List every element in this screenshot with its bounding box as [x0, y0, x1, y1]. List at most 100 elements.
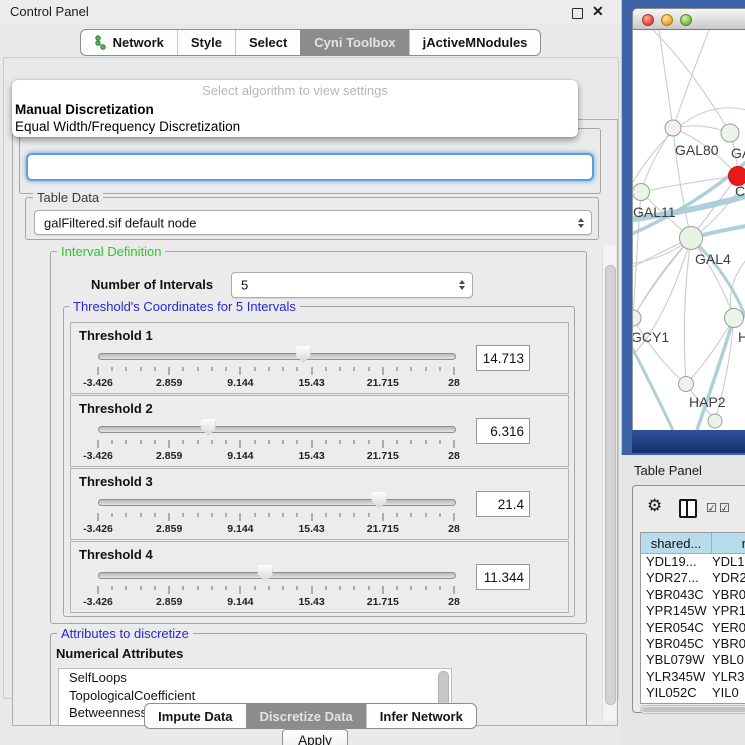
network-node[interactable]: [633, 184, 650, 201]
attribute-item-topologicalcoefficient[interactable]: TopologicalCoefficient: [59, 687, 451, 705]
tick-mark: [254, 586, 255, 590]
tab-cyni-toolbox[interactable]: Cyni Toolbox: [300, 30, 408, 55]
slider-track[interactable]: [98, 572, 456, 579]
tick-mark: [425, 513, 426, 517]
threshold-1-value-field[interactable]: [476, 345, 530, 371]
network-edge[interactable]: [653, 30, 730, 133]
network-node[interactable]: [721, 124, 739, 142]
tick-mark: [226, 367, 227, 371]
tab-label: Select: [249, 35, 287, 50]
network-edge[interactable]: [659, 30, 673, 128]
tick-mark: [382, 513, 383, 521]
zoom-traffic-light-icon[interactable]: [680, 14, 692, 26]
network-node[interactable]: [680, 227, 703, 250]
threshold-3-slider[interactable]: -3.4262.8599.14415.4321.71528: [98, 493, 454, 535]
network-edge[interactable]: [641, 128, 673, 192]
slider-thumb[interactable]: [372, 492, 387, 509]
control-panel-titlebar: Control Panel ✕: [0, 0, 621, 24]
slider-track[interactable]: [98, 499, 456, 506]
screen: Control Panel ✕ NetworkStyle Select Cyni T…: [0, 0, 745, 745]
tick-label: 28: [448, 523, 460, 535]
tick-mark: [439, 586, 440, 590]
network-node[interactable]: [633, 310, 641, 326]
network-canvas[interactable]: GAL80GACGAL11GAL4GCY1HHAP2: [632, 30, 745, 430]
algorithm-combobox[interactable]: [26, 153, 594, 181]
cell-name: YDL1: [712, 554, 745, 570]
network-edge-thick[interactable]: [633, 338, 673, 430]
close-icon[interactable]: ✕: [592, 3, 604, 20]
table-row[interactable]: YER054CYER0: [641, 620, 745, 636]
threshold-4-value-field[interactable]: [476, 564, 530, 590]
table-row[interactable]: YDL19...YDL1: [641, 554, 745, 570]
tick-mark: [211, 367, 212, 371]
network-graph[interactable]: GAL80GACGAL11GAL4GCY1HHAP2: [633, 30, 745, 430]
table-hscroll-thumb[interactable]: [642, 707, 745, 712]
tab-infer-network[interactable]: Infer Network: [366, 704, 476, 728]
slider-thumb[interactable]: [258, 565, 273, 582]
table-row[interactable]: YBL079WYBL0: [641, 652, 745, 668]
network-edge[interactable]: [673, 30, 709, 128]
algorithm-option-equal-width-frequency-discretization[interactable]: Equal Width/Frequency Discretization: [12, 118, 578, 135]
tick-mark: [197, 367, 198, 371]
table-panel-window: ⚙ ☑ ☑ shared...n YDL19...YDL1YDR27...YDR…: [632, 485, 745, 713]
slider-thumb[interactable]: [296, 346, 311, 363]
threshold-3-value-field[interactable]: [476, 491, 530, 517]
attribute-item-selfloops[interactable]: SelfLoops: [59, 669, 451, 687]
table-row[interactable]: YIL052CYIL0: [641, 685, 745, 701]
network-edge[interactable]: [691, 238, 734, 318]
select-none-checkbox-icon[interactable]: ☑: [719, 501, 730, 515]
table-horizontal-scrollbar[interactable]: [640, 705, 745, 714]
close-traffic-light-icon[interactable]: [642, 14, 654, 26]
algorithm-option-manual-discretization[interactable]: Manual Discretization: [12, 101, 578, 118]
tick-mark: [325, 586, 326, 590]
table-row[interactable]: YDR27...YDR2: [641, 570, 745, 586]
slider-track[interactable]: [98, 353, 456, 360]
network-edge[interactable]: [633, 238, 691, 318]
network-node[interactable]: [679, 377, 694, 392]
table-row[interactable]: YBR045CYBR0: [641, 636, 745, 652]
tick-mark: [368, 586, 369, 590]
tick-mark: [112, 367, 113, 371]
network-node[interactable]: [665, 120, 681, 136]
network-edge-thick[interactable]: [697, 318, 734, 430]
table-row[interactable]: YBR043CYBR0: [641, 587, 745, 603]
tick-label: 15.43: [298, 596, 324, 608]
network-node[interactable]: [725, 309, 744, 328]
slider-thumb[interactable]: [201, 419, 216, 436]
slider-ticks: [98, 440, 454, 449]
tab-discretize-data[interactable]: Discretize Data: [246, 704, 366, 728]
select-all-checkbox-icon[interactable]: ☑: [706, 501, 717, 515]
column-header-n[interactable]: n: [712, 533, 745, 554]
network-window-titlebar[interactable]: [632, 8, 745, 30]
tab-network[interactable]: Network: [81, 30, 177, 55]
threshold-2-value-field[interactable]: [476, 418, 530, 444]
node-attribute-table[interactable]: shared...n YDL19...YDL1YDR27...YDR2YBR04…: [640, 532, 745, 704]
network-node[interactable]: [708, 414, 722, 428]
table-data-combobox[interactable]: galFiltered.sif default node: [34, 210, 592, 235]
network-edge[interactable]: [633, 318, 686, 384]
panel-scrollbar[interactable]: [602, 245, 616, 721]
minimize-traffic-light-icon[interactable]: [661, 14, 673, 26]
threshold-4-slider[interactable]: -3.4262.8599.14415.4321.71528: [98, 566, 454, 608]
table-row[interactable]: YLR345WYLR3: [641, 669, 745, 685]
threshold-2-slider[interactable]: -3.4262.8599.14415.4321.71528: [98, 420, 454, 462]
table-row[interactable]: YPR145WYPR1: [641, 603, 745, 619]
tab-select[interactable]: Select: [235, 30, 300, 55]
tab-style[interactable]: Style: [177, 30, 235, 55]
number-of-intervals-combobox[interactable]: 5: [231, 272, 473, 298]
cell-shared-name: YDR27...: [641, 570, 712, 586]
threshold-label: Threshold 2: [79, 401, 153, 416]
threshold-1-slider[interactable]: -3.4262.8599.14415.4321.71528: [98, 347, 454, 389]
tab-jactivemnodules[interactable]: jActiveMNodules: [409, 30, 541, 55]
float-window-icon[interactable]: [572, 8, 583, 19]
tick-mark: [169, 586, 170, 594]
tab-impute-data[interactable]: Impute Data: [145, 704, 245, 728]
column-header-shared[interactable]: shared...: [641, 533, 712, 554]
slider-track[interactable]: [98, 426, 456, 433]
panel-scrollbar-thumb[interactable]: [605, 265, 616, 705]
tick-mark: [240, 513, 241, 521]
gear-icon[interactable]: ⚙: [647, 496, 662, 516]
network-edge[interactable]: [684, 238, 691, 384]
apply-button[interactable]: Apply: [282, 729, 348, 745]
columns-icon[interactable]: [679, 499, 697, 518]
